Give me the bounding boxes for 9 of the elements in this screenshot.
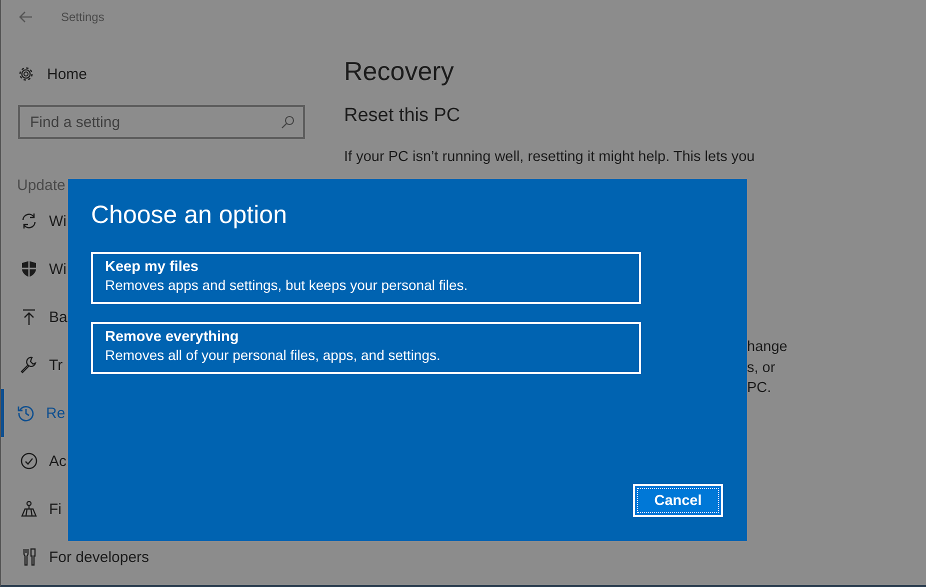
- dialog-title: Choose an option: [91, 201, 288, 230]
- section-heading: Reset this PC: [344, 105, 462, 127]
- description-text: If your PC isn’t running well, resetting it might help. This lets you: [344, 149, 756, 165]
- window-title: Settings: [61, 10, 104, 24]
- description-text: hange: [747, 338, 788, 357]
- page-title: Recovery: [344, 56, 455, 87]
- description-text: s, or: [747, 358, 776, 378]
- description-text: PC.: [747, 379, 772, 398]
- section-heading: Update: [16, 177, 66, 196]
